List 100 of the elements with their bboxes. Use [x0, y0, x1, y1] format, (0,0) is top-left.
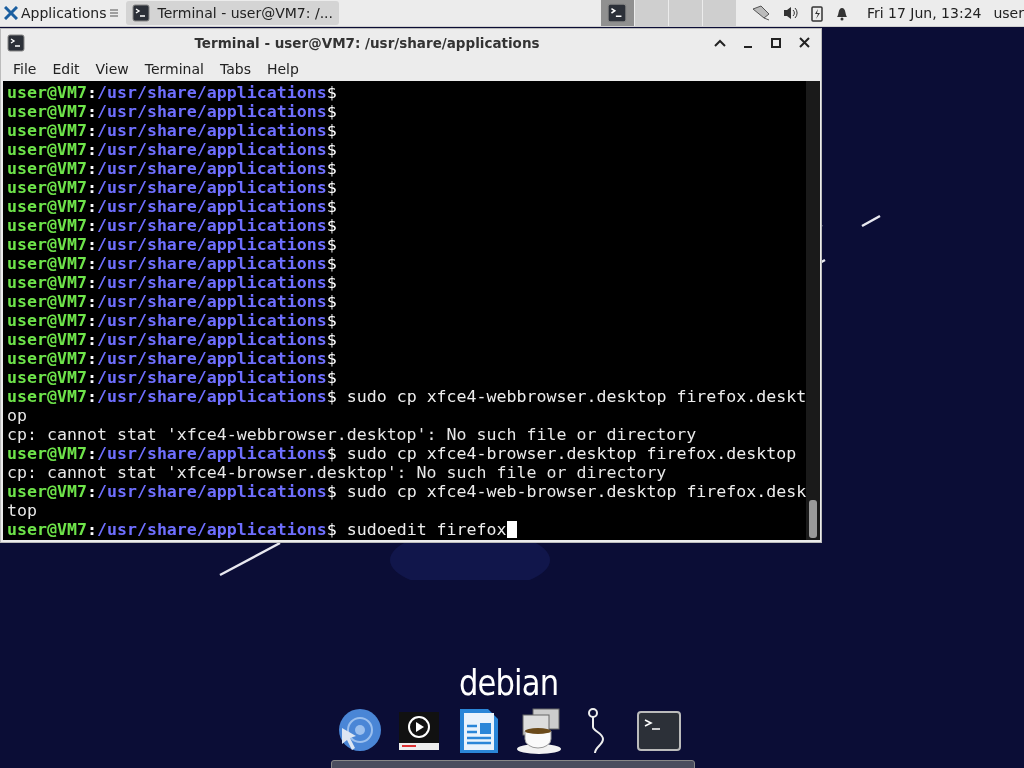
- prompt-user: user@VM7: [7, 102, 87, 121]
- media-player-icon: [398, 710, 440, 752]
- command-text: sudo cp xfce4-webbrowser.desktop firefox.deskt: [345, 387, 807, 406]
- applications-menu-button[interactable]: Applications: [0, 0, 122, 26]
- prompt-colon: :: [86, 520, 97, 539]
- prompt-user: user@VM7: [7, 520, 87, 539]
- prompt-path: /usr/share/applications: [96, 197, 327, 216]
- menu-item[interactable]: Edit: [44, 56, 88, 81]
- prompt-sign: $: [326, 273, 337, 292]
- prompt-colon: :: [86, 216, 97, 235]
- prompt-sign: $: [326, 83, 337, 102]
- battery-icon: [810, 4, 823, 22]
- prompt-user: user@VM7: [7, 368, 87, 387]
- volume-icon: [782, 5, 799, 21]
- menu-item[interactable]: Tabs: [211, 56, 259, 81]
- menu-item[interactable]: View: [87, 56, 137, 81]
- prompt-colon: :: [86, 159, 97, 178]
- debian-logo: debian: [459, 662, 559, 703]
- prompt-path: /usr/share/applications: [96, 368, 327, 387]
- prompt-path: /usr/share/applications: [96, 292, 327, 311]
- maximize-icon: [771, 37, 781, 48]
- prompt-colon: :: [86, 349, 97, 368]
- minimize-icon: [743, 45, 753, 48]
- prompt-user: user@VM7: [7, 197, 87, 216]
- prompt-sign: $: [326, 311, 337, 330]
- prompt-colon: :: [86, 83, 97, 102]
- bell-icon: [834, 5, 849, 21]
- prompt-colon: :: [86, 197, 97, 216]
- prompt-path: /usr/share/applications: [96, 178, 327, 197]
- prompt-sign: $: [326, 330, 337, 349]
- prompt-colon: :: [86, 254, 97, 273]
- prompt-user: user@VM7: [7, 330, 87, 349]
- prompt-colon: :: [86, 482, 97, 501]
- menu-item[interactable]: Help: [258, 56, 307, 81]
- menu-icon: [109, 8, 118, 18]
- dock-launcher[interactable]: [515, 706, 563, 756]
- prompt-path: /usr/share/applications: [96, 387, 327, 406]
- prompt-path: /usr/share/applications: [96, 159, 327, 178]
- document-icon: [459, 708, 499, 754]
- prompt-path: /usr/share/applications: [96, 83, 327, 102]
- user-name[interactable]: user: [993, 5, 1024, 21]
- prompt-path: /usr/share/applications: [96, 102, 327, 121]
- prompt-sign: $: [326, 254, 337, 273]
- prompt-user: user@VM7: [7, 83, 87, 102]
- clock[interactable]: Fri 17 Jun, 13:24: [866, 5, 982, 21]
- prompt-colon: :: [86, 273, 97, 292]
- prompt-path: /usr/share/applications: [96, 520, 327, 539]
- workspace-button[interactable]: [600, 0, 634, 26]
- prompt-sign: $: [326, 349, 337, 368]
- prompt-sign: $: [326, 292, 337, 311]
- output-text: cp: cannot stat 'xfce4-webbrowser.desktop': No such file or directory: [7, 425, 697, 444]
- coffee-cup-icon: [515, 707, 563, 755]
- prompt-user: user@VM7: [7, 178, 87, 197]
- prompt-path: /usr/share/applications: [96, 349, 327, 368]
- prompt-path: /usr/share/applications: [96, 273, 327, 292]
- prompt-user: user@VM7: [7, 387, 87, 406]
- prompt-user: user@VM7: [7, 216, 87, 235]
- terminal-icon: [7, 33, 25, 52]
- prompt-path: /usr/share/applications: [96, 235, 327, 254]
- output-text: top: [7, 501, 37, 520]
- command-text: sudo cp xfce4-web-browser.desktop firefox.desk: [345, 482, 807, 501]
- prompt-user: user@VM7: [7, 235, 87, 254]
- prompt-user: user@VM7: [7, 292, 87, 311]
- prompt-colon: :: [86, 330, 97, 349]
- prompt-colon: :: [86, 178, 97, 197]
- prompt-colon: :: [86, 444, 97, 463]
- prompt-sign: $: [326, 121, 337, 140]
- prompt-user: user@VM7: [7, 140, 87, 159]
- command-text: sudo cp xfce4-browser.desktop firefox.desktop: [345, 444, 797, 463]
- prompt-sign: $: [326, 159, 337, 178]
- scrollbar-thumb[interactable]: [809, 500, 817, 538]
- scrollbar[interactable]: [806, 81, 820, 540]
- prompt-sign: $: [326, 482, 337, 501]
- prompt-path: /usr/share/applications: [96, 482, 327, 501]
- prompt-sign: $: [326, 197, 337, 216]
- menu-item[interactable]: File: [5, 56, 45, 81]
- prompt-sign: $: [326, 444, 337, 463]
- globe-icon: [336, 708, 382, 754]
- prompt-user: user@VM7: [7, 444, 87, 463]
- command-text: sudoedit firefox: [345, 520, 507, 539]
- prompt-sign: $: [326, 216, 337, 235]
- terminal-icon: [131, 4, 150, 22]
- prompt-user: user@VM7: [7, 482, 87, 501]
- prompt-colon: :: [86, 311, 97, 330]
- prompt-colon: :: [86, 235, 97, 254]
- prompt-path: /usr/share/applications: [96, 121, 327, 140]
- prompt-user: user@VM7: [7, 273, 87, 292]
- prompt-sign: $: [326, 520, 337, 539]
- prompt-colon: :: [86, 292, 97, 311]
- prompt-sign: $: [326, 178, 337, 197]
- prompt-colon: :: [86, 102, 97, 121]
- terminal-icon: [607, 3, 628, 23]
- prompt-sign: $: [326, 102, 337, 121]
- taskbar-button[interactable]: Terminal - user@VM7: /...: [125, 1, 339, 25]
- menu-item[interactable]: Terminal: [136, 56, 212, 81]
- prompt-colon: :: [86, 368, 97, 387]
- terminal-icon: [637, 711, 681, 751]
- prompt-colon: :: [86, 140, 97, 159]
- prompt-sign: $: [326, 387, 337, 406]
- prompt-user: user@VM7: [7, 349, 87, 368]
